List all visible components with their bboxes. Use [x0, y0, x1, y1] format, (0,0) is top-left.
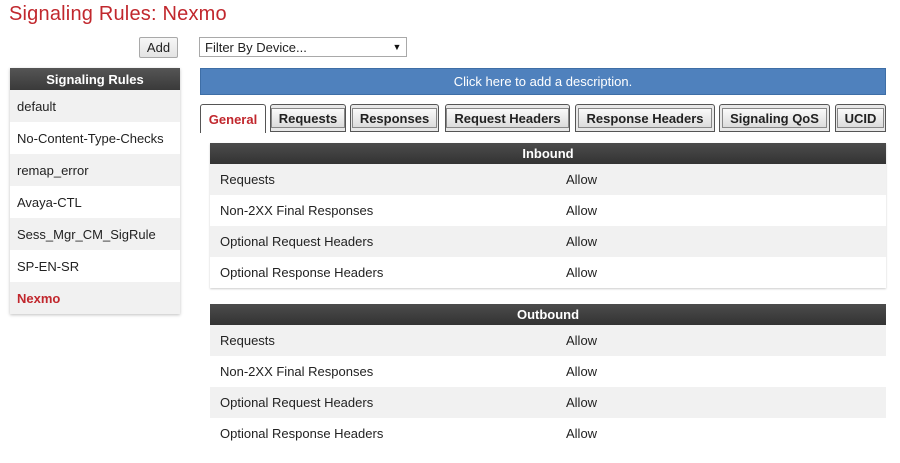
table-row: Optional Request Headers Allow: [210, 387, 886, 418]
table-row: Non-2XX Final Responses Allow: [210, 356, 886, 387]
sidebar-item-default[interactable]: default: [10, 90, 180, 122]
tab-label: Requests: [270, 108, 346, 128]
sidebar-item-no-content-type-checks[interactable]: No-Content-Type-Checks: [10, 122, 180, 154]
tab-request-headers[interactable]: Request Headers: [445, 104, 570, 132]
tab-responses[interactable]: Responses: [350, 104, 439, 132]
tab-label: UCID: [836, 108, 885, 128]
table-row: Non-2XX Final Responses Allow: [210, 195, 886, 226]
sidebar-item-sp-en-sr[interactable]: SP-EN-SR: [10, 250, 180, 282]
add-button[interactable]: Add: [139, 37, 178, 58]
row-value: Allow: [566, 234, 598, 249]
row-value: Allow: [566, 364, 598, 379]
row-value: Allow: [566, 265, 598, 280]
tab-response-headers[interactable]: Response Headers: [575, 104, 715, 132]
table-row: Optional Request Headers Allow: [210, 226, 886, 257]
row-label: Non-2XX Final Responses: [220, 364, 374, 379]
tab-requests[interactable]: Requests: [270, 104, 346, 132]
table-row: Optional Response Headers Allow: [210, 257, 886, 288]
tab-label: Request Headers: [446, 108, 569, 128]
table-row: Requests Allow: [210, 164, 886, 195]
row-value: Allow: [566, 172, 598, 187]
outbound-section: Outbound Requests Allow Non-2XX Final Re…: [210, 304, 886, 449]
filter-by-device-select[interactable]: Filter By Device... ▼: [199, 37, 407, 57]
row-value: Allow: [566, 395, 598, 410]
table-row: Optional Response Headers Allow: [210, 418, 886, 449]
filter-select-value: Filter By Device...: [205, 39, 307, 55]
chevron-down-icon: ▼: [392, 42, 402, 52]
sidebar-header: Signaling Rules: [10, 68, 180, 90]
row-label: Optional Request Headers: [220, 395, 374, 410]
row-value: Allow: [566, 203, 598, 218]
row-label: Requests: [220, 333, 275, 348]
add-description-bar[interactable]: Click here to add a description.: [200, 68, 886, 95]
table-row: Requests Allow: [210, 325, 886, 356]
row-label: Optional Response Headers: [220, 426, 384, 441]
tab-label: Response Headers: [578, 108, 712, 128]
signaling-rules-sidebar: Signaling Rules default No-Content-Type-…: [10, 68, 180, 314]
row-label: Non-2XX Final Responses: [220, 203, 374, 218]
tab-label: General: [208, 111, 258, 127]
row-value: Allow: [566, 333, 598, 348]
sidebar-item-sess-mgr-cm-sigrule[interactable]: Sess_Mgr_CM_SigRule: [10, 218, 180, 250]
inbound-section: Inbound Requests Allow Non-2XX Final Res…: [210, 143, 886, 288]
row-label: Requests: [220, 172, 275, 187]
tab-ucid[interactable]: UCID: [835, 104, 886, 132]
outbound-header: Outbound: [210, 304, 886, 325]
inbound-header: Inbound: [210, 143, 886, 164]
sidebar-item-avaya-ctl[interactable]: Avaya-CTL: [10, 186, 180, 218]
row-label: Optional Response Headers: [220, 265, 384, 280]
page-title: Signaling Rules: Nexmo: [9, 3, 227, 25]
sidebar-item-remap-error[interactable]: remap_error: [10, 154, 180, 186]
tab-bar: General Requests Responses Request Heade…: [200, 104, 886, 133]
tab-general[interactable]: General: [200, 104, 266, 133]
tab-label: Responses: [351, 108, 438, 128]
tab-label: Signaling QoS: [722, 108, 827, 128]
row-label: Optional Request Headers: [220, 234, 374, 249]
row-value: Allow: [566, 426, 598, 441]
sidebar-item-nexmo[interactable]: Nexmo: [10, 282, 180, 314]
tab-signaling-qos[interactable]: Signaling QoS: [719, 104, 830, 132]
